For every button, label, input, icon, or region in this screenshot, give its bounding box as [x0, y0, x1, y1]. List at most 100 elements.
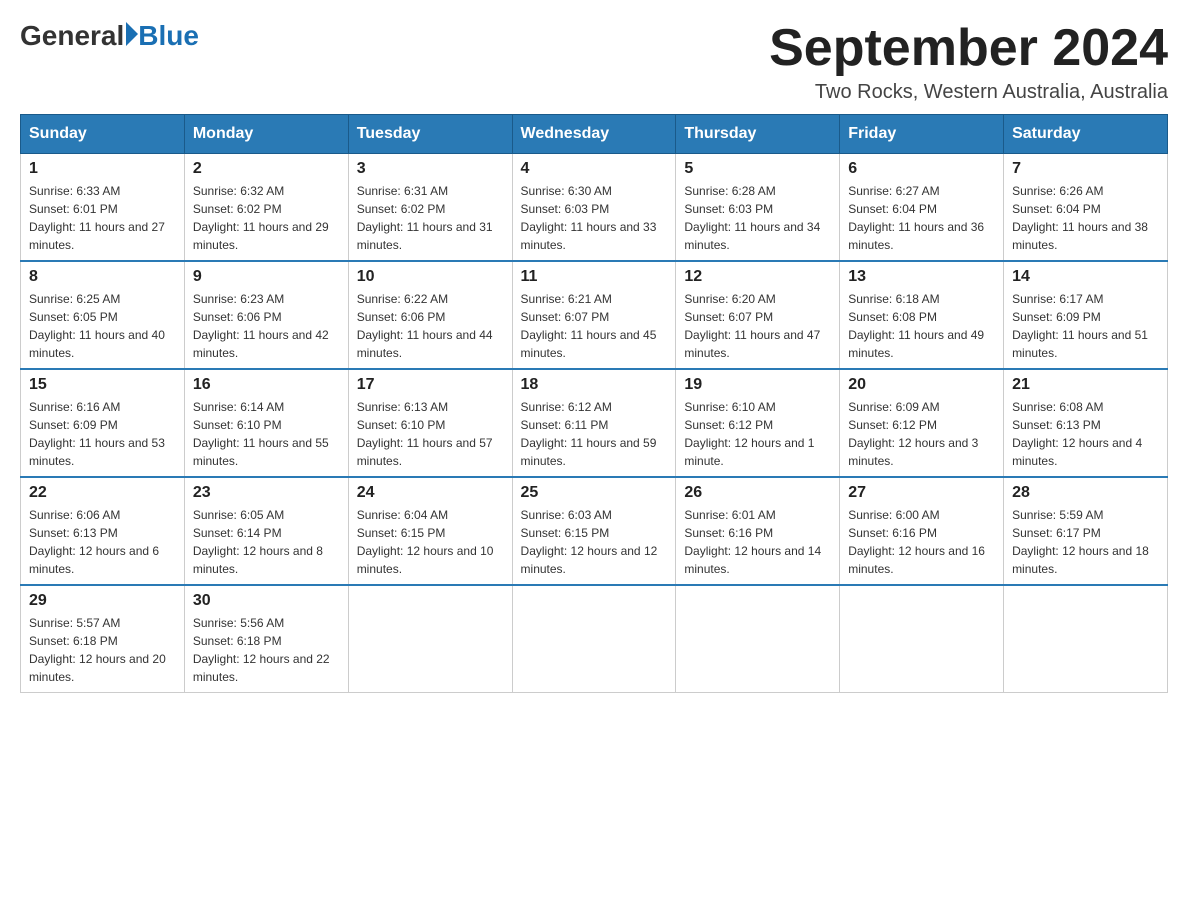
day-number: 5 — [684, 160, 831, 178]
table-row: 1 Sunrise: 6:33 AM Sunset: 6:01 PM Dayli… — [21, 154, 185, 262]
page-subtitle: Two Rocks, Western Australia, Australia — [769, 81, 1168, 104]
day-number: 7 — [1012, 160, 1159, 178]
table-row: 9 Sunrise: 6:23 AM Sunset: 6:06 PM Dayli… — [184, 261, 348, 369]
day-info: Sunrise: 6:18 AM Sunset: 6:08 PM Dayligh… — [848, 290, 995, 362]
day-info: Sunrise: 6:04 AM Sunset: 6:15 PM Dayligh… — [357, 506, 504, 578]
day-number: 21 — [1012, 376, 1159, 394]
day-info: Sunrise: 6:28 AM Sunset: 6:03 PM Dayligh… — [684, 182, 831, 254]
day-number: 26 — [684, 484, 831, 502]
table-row — [676, 585, 840, 693]
day-number: 2 — [193, 160, 340, 178]
table-row: 4 Sunrise: 6:30 AM Sunset: 6:03 PM Dayli… — [512, 154, 676, 262]
day-info: Sunrise: 6:17 AM Sunset: 6:09 PM Dayligh… — [1012, 290, 1159, 362]
day-number: 22 — [29, 484, 176, 502]
table-row: 5 Sunrise: 6:28 AM Sunset: 6:03 PM Dayli… — [676, 154, 840, 262]
table-row — [348, 585, 512, 693]
day-info: Sunrise: 6:00 AM Sunset: 6:16 PM Dayligh… — [848, 506, 995, 578]
day-info: Sunrise: 6:03 AM Sunset: 6:15 PM Dayligh… — [521, 506, 668, 578]
col-sunday: Sunday — [21, 115, 185, 154]
table-row — [1004, 585, 1168, 693]
table-row: 17 Sunrise: 6:13 AM Sunset: 6:10 PM Dayl… — [348, 369, 512, 477]
table-row: 14 Sunrise: 6:17 AM Sunset: 6:09 PM Dayl… — [1004, 261, 1168, 369]
day-number: 16 — [193, 376, 340, 394]
day-info: Sunrise: 6:23 AM Sunset: 6:06 PM Dayligh… — [193, 290, 340, 362]
table-row: 13 Sunrise: 6:18 AM Sunset: 6:08 PM Dayl… — [840, 261, 1004, 369]
day-number: 30 — [193, 592, 340, 610]
table-row: 3 Sunrise: 6:31 AM Sunset: 6:02 PM Dayli… — [348, 154, 512, 262]
table-row: 7 Sunrise: 6:26 AM Sunset: 6:04 PM Dayli… — [1004, 154, 1168, 262]
table-row: 24 Sunrise: 6:04 AM Sunset: 6:15 PM Dayl… — [348, 477, 512, 585]
day-info: Sunrise: 6:12 AM Sunset: 6:11 PM Dayligh… — [521, 398, 668, 470]
day-info: Sunrise: 5:57 AM Sunset: 6:18 PM Dayligh… — [29, 614, 176, 686]
page-title: September 2024 — [769, 20, 1168, 77]
day-number: 17 — [357, 376, 504, 394]
day-number: 24 — [357, 484, 504, 502]
table-row: 15 Sunrise: 6:16 AM Sunset: 6:09 PM Dayl… — [21, 369, 185, 477]
day-info: Sunrise: 6:20 AM Sunset: 6:07 PM Dayligh… — [684, 290, 831, 362]
table-row: 28 Sunrise: 5:59 AM Sunset: 6:17 PM Dayl… — [1004, 477, 1168, 585]
day-info: Sunrise: 6:05 AM Sunset: 6:14 PM Dayligh… — [193, 506, 340, 578]
table-row: 27 Sunrise: 6:00 AM Sunset: 6:16 PM Dayl… — [840, 477, 1004, 585]
calendar-table: Sunday Monday Tuesday Wednesday Thursday… — [20, 114, 1168, 693]
day-number: 4 — [521, 160, 668, 178]
day-info: Sunrise: 6:31 AM Sunset: 6:02 PM Dayligh… — [357, 182, 504, 254]
day-info: Sunrise: 6:26 AM Sunset: 6:04 PM Dayligh… — [1012, 182, 1159, 254]
day-info: Sunrise: 6:22 AM Sunset: 6:06 PM Dayligh… — [357, 290, 504, 362]
day-number: 9 — [193, 268, 340, 286]
day-number: 10 — [357, 268, 504, 286]
col-thursday: Thursday — [676, 115, 840, 154]
day-number: 13 — [848, 268, 995, 286]
day-info: Sunrise: 6:30 AM Sunset: 6:03 PM Dayligh… — [521, 182, 668, 254]
day-number: 14 — [1012, 268, 1159, 286]
day-number: 12 — [684, 268, 831, 286]
table-row: 12 Sunrise: 6:20 AM Sunset: 6:07 PM Dayl… — [676, 261, 840, 369]
day-number: 27 — [848, 484, 995, 502]
table-row — [840, 585, 1004, 693]
day-info: Sunrise: 6:08 AM Sunset: 6:13 PM Dayligh… — [1012, 398, 1159, 470]
day-number: 18 — [521, 376, 668, 394]
day-number: 8 — [29, 268, 176, 286]
day-number: 19 — [684, 376, 831, 394]
table-row: 19 Sunrise: 6:10 AM Sunset: 6:12 PM Dayl… — [676, 369, 840, 477]
table-row: 6 Sunrise: 6:27 AM Sunset: 6:04 PM Dayli… — [840, 154, 1004, 262]
day-info: Sunrise: 6:01 AM Sunset: 6:16 PM Dayligh… — [684, 506, 831, 578]
day-number: 25 — [521, 484, 668, 502]
table-row: 8 Sunrise: 6:25 AM Sunset: 6:05 PM Dayli… — [21, 261, 185, 369]
col-wednesday: Wednesday — [512, 115, 676, 154]
col-saturday: Saturday — [1004, 115, 1168, 154]
table-row: 21 Sunrise: 6:08 AM Sunset: 6:13 PM Dayl… — [1004, 369, 1168, 477]
day-info: Sunrise: 6:33 AM Sunset: 6:01 PM Dayligh… — [29, 182, 176, 254]
logo: General Blue — [20, 20, 199, 52]
day-number: 11 — [521, 268, 668, 286]
day-info: Sunrise: 5:56 AM Sunset: 6:18 PM Dayligh… — [193, 614, 340, 686]
day-info: Sunrise: 6:25 AM Sunset: 6:05 PM Dayligh… — [29, 290, 176, 362]
day-info: Sunrise: 6:10 AM Sunset: 6:12 PM Dayligh… — [684, 398, 831, 470]
day-number: 6 — [848, 160, 995, 178]
table-row: 10 Sunrise: 6:22 AM Sunset: 6:06 PM Dayl… — [348, 261, 512, 369]
col-friday: Friday — [840, 115, 1004, 154]
logo-arrow-icon — [126, 22, 138, 46]
table-row: 20 Sunrise: 6:09 AM Sunset: 6:12 PM Dayl… — [840, 369, 1004, 477]
table-row: 25 Sunrise: 6:03 AM Sunset: 6:15 PM Dayl… — [512, 477, 676, 585]
day-info: Sunrise: 6:06 AM Sunset: 6:13 PM Dayligh… — [29, 506, 176, 578]
day-info: Sunrise: 6:16 AM Sunset: 6:09 PM Dayligh… — [29, 398, 176, 470]
table-row — [512, 585, 676, 693]
day-info: Sunrise: 6:14 AM Sunset: 6:10 PM Dayligh… — [193, 398, 340, 470]
table-row: 18 Sunrise: 6:12 AM Sunset: 6:11 PM Dayl… — [512, 369, 676, 477]
table-row: 26 Sunrise: 6:01 AM Sunset: 6:16 PM Dayl… — [676, 477, 840, 585]
day-number: 15 — [29, 376, 176, 394]
table-row: 29 Sunrise: 5:57 AM Sunset: 6:18 PM Dayl… — [21, 585, 185, 693]
day-number: 28 — [1012, 484, 1159, 502]
table-row: 22 Sunrise: 6:06 AM Sunset: 6:13 PM Dayl… — [21, 477, 185, 585]
table-row: 2 Sunrise: 6:32 AM Sunset: 6:02 PM Dayli… — [184, 154, 348, 262]
logo-general-text: General — [20, 20, 124, 52]
col-tuesday: Tuesday — [348, 115, 512, 154]
day-info: Sunrise: 6:32 AM Sunset: 6:02 PM Dayligh… — [193, 182, 340, 254]
day-info: Sunrise: 5:59 AM Sunset: 6:17 PM Dayligh… — [1012, 506, 1159, 578]
table-row: 16 Sunrise: 6:14 AM Sunset: 6:10 PM Dayl… — [184, 369, 348, 477]
logo-blue-text: Blue — [138, 20, 199, 52]
day-info: Sunrise: 6:09 AM Sunset: 6:12 PM Dayligh… — [848, 398, 995, 470]
calendar-header-row: Sunday Monday Tuesday Wednesday Thursday… — [21, 115, 1168, 154]
day-number: 1 — [29, 160, 176, 178]
table-row: 23 Sunrise: 6:05 AM Sunset: 6:14 PM Dayl… — [184, 477, 348, 585]
